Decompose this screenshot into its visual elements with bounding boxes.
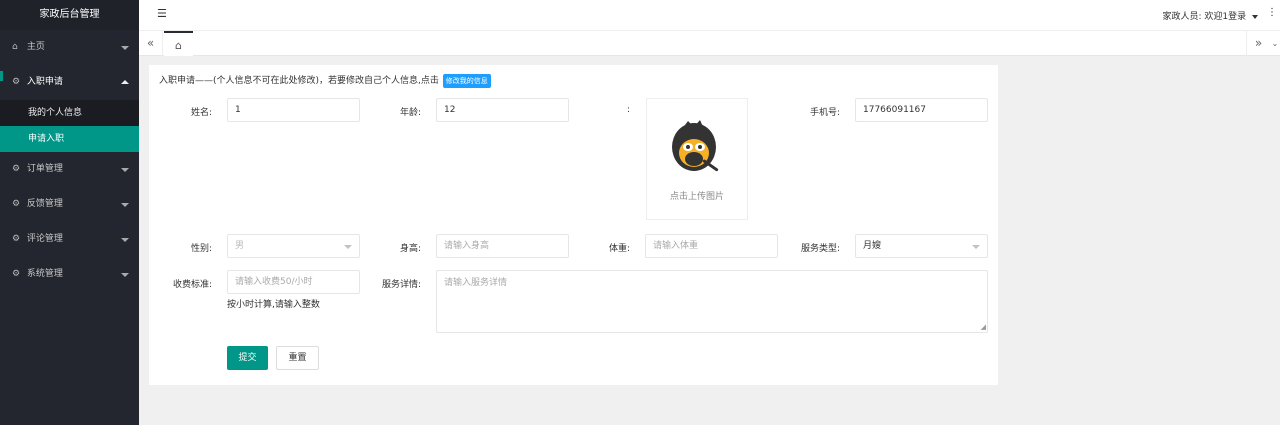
upload-hint: 点击上传图片: [669, 192, 724, 202]
menu-fold-icon[interactable]: ☰: [157, 7, 167, 20]
sidebar-item-onboarding[interactable]: ⚙ 入职申请: [0, 65, 139, 100]
sidebar: 家政后台管理 ⌂ 主页 ⚙ 入职申请 我的个人信息 申请入职 ⚙ 订单管理 ⚙ …: [0, 0, 139, 425]
sidebar-item-label: 评论管理: [26, 234, 63, 244]
reset-button[interactable]: 重置: [276, 346, 319, 370]
sidebar-item-label: 主页: [26, 42, 45, 52]
sidebar-subitem-my-info[interactable]: 我的个人信息: [0, 100, 139, 126]
gear-icon: ⚙: [12, 199, 21, 209]
chevron-down-icon: [121, 168, 129, 172]
sidebar-item-label: 系统管理: [26, 269, 63, 279]
tab-home[interactable]: ⌂: [164, 31, 193, 56]
gear-icon: ⚙: [12, 77, 21, 87]
service-type-select[interactable]: 月嫂: [855, 234, 988, 258]
more-icon[interactable]: ⋮: [1267, 7, 1277, 18]
chevron-down-icon: [344, 245, 352, 249]
sidebar-submenu: 我的个人信息 申请入职: [0, 100, 139, 152]
sidebar-item-label: 反馈管理: [26, 199, 63, 209]
chevron-down-icon: [972, 245, 980, 249]
tab-dropdown-icon[interactable]: ⌄: [1270, 31, 1280, 56]
service-detail-label: 服务详情:: [381, 280, 421, 290]
age-label: 年龄:: [399, 108, 421, 118]
resize-handle-icon[interactable]: ◢: [981, 324, 986, 331]
submit-button[interactable]: 提交: [227, 346, 268, 370]
gender-label: 性别:: [190, 244, 212, 254]
name-label: 姓名:: [190, 108, 212, 118]
height-field[interactable]: 请输入身高: [436, 234, 569, 258]
tab-next-icon[interactable]: »: [1246, 31, 1270, 56]
user-menu[interactable]: 家政人员: 欢迎1登录: [1162, 9, 1258, 22]
weight-field[interactable]: 请输入体重: [645, 234, 778, 258]
tab-prev-icon[interactable]: «: [139, 31, 163, 56]
edit-my-info-button[interactable]: 修改我的信息: [442, 73, 491, 88]
sidebar-item-orders[interactable]: ⚙ 订单管理: [0, 152, 139, 187]
top-header: ☰ 家政人员: 欢迎1登录 ⋮: [139, 0, 1280, 30]
fee-field[interactable]: 请输入收费50/小时: [227, 270, 360, 294]
sidebar-subitem-apply[interactable]: 申请入职: [0, 126, 139, 152]
phone-field[interactable]: 17766091167: [855, 98, 988, 122]
user-label: 家政人员: 欢迎1登录: [1162, 12, 1247, 22]
tab-bar: « ⌂ » ⌄: [139, 30, 1280, 56]
weight-label: 体重:: [608, 244, 630, 254]
service-detail-placeholder: 请输入服务详情: [444, 278, 508, 288]
sidebar-item-system[interactable]: ⚙ 系统管理: [0, 257, 139, 292]
service-detail-textarea[interactable]: 请输入服务详情 ◢: [436, 270, 988, 333]
chevron-down-icon: [121, 203, 129, 207]
chevron-down-icon: [121, 46, 129, 50]
sidebar-item-label: 入职申请: [26, 77, 63, 87]
service-type-label: 服务类型:: [800, 244, 840, 254]
home-icon: ⌂: [12, 42, 18, 52]
settings-icon: ⚙: [12, 269, 21, 279]
photo-upload[interactable]: 点击上传图片: [646, 98, 748, 220]
apply-form-card: 入职申请——(个人信息不可在此处修改)，若要修改自己个人信息,点击 修改我的信息…: [149, 65, 998, 385]
notice-text: 入职申请——(个人信息不可在此处修改)，若要修改自己个人信息,点击: [159, 76, 439, 86]
home-icon: ⌂: [175, 39, 182, 52]
chevron-down-icon: [121, 238, 129, 242]
sidebar-item-label: 订单管理: [26, 164, 63, 174]
app-logo-title: 家政后台管理: [0, 0, 139, 30]
service-type-value: 月嫂: [863, 241, 882, 251]
gender-select[interactable]: 男: [227, 234, 360, 258]
sidebar-item-home[interactable]: ⌂ 主页: [0, 30, 139, 65]
gorilla-logo-icon: [672, 120, 719, 172]
phone-label: 手机号:: [809, 108, 840, 118]
gear-icon: ⚙: [12, 234, 21, 244]
caret-down-icon: [1252, 14, 1258, 19]
age-field[interactable]: 12: [436, 98, 569, 122]
height-label: 身高:: [399, 244, 421, 254]
gear-icon: ⚙: [12, 164, 21, 174]
gender-value: 男: [235, 241, 245, 251]
photo-label: :: [626, 105, 630, 115]
chevron-down-icon: [121, 273, 129, 277]
name-field[interactable]: 1: [227, 98, 360, 122]
sidebar-item-feedback[interactable]: ⚙ 反馈管理: [0, 187, 139, 222]
sidebar-item-comments[interactable]: ⚙ 评论管理: [0, 222, 139, 257]
fee-label: 收费标准:: [172, 280, 212, 290]
fee-hint: 按小时计算,请输入整数: [227, 300, 320, 310]
form-notice: 入职申请——(个人信息不可在此处修改)，若要修改自己个人信息,点击 修改我的信息: [159, 73, 491, 88]
chevron-up-icon: [121, 80, 129, 84]
